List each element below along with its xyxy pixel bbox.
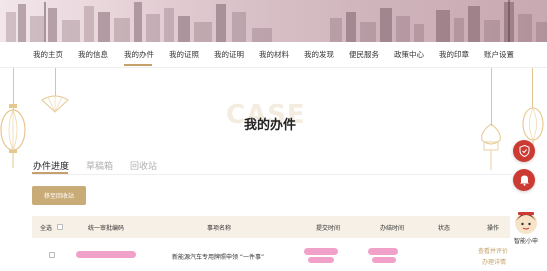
nav-item-cases[interactable]: 我的办件 [124,49,154,60]
col-submit-time: 提交时间 [316,225,341,232]
view-and-rate-link[interactable]: 查看并评价 [478,246,508,255]
nav-item-services[interactable]: 便民服务 [349,49,379,60]
move-to-recycle-button[interactable]: 移至回收站 [32,186,86,205]
redacted-approval-code [76,251,136,258]
main-nav: 我的主页 我的信息 我的办件 我的证照 我的证明 我的材料 我的发现 便民服务 … [0,42,547,68]
assistant-label[interactable]: 智能小申 [514,236,538,245]
page-title: 我的办件 [244,118,297,133]
col-item-name: 事项名称 [207,225,232,232]
table-row: 新能源汽车专用牌照申领 “一件事” 查看并评价 办理详情 [32,240,510,271]
select-all-label: 全选 [40,225,53,232]
nav-item-info[interactable]: 我的信息 [78,49,108,60]
nav-item-policy[interactable]: 政策中心 [394,49,424,60]
handling-details-link[interactable]: 办理详情 [482,257,506,266]
tab-drafts[interactable]: 草稿箱 [86,159,113,172]
redacted-submit-time [304,248,338,255]
redacted-finish-time-2 [372,257,396,263]
nav-active-indicator [124,64,152,66]
select-all-checkbox[interactable] [57,224,63,230]
nav-item-discover[interactable]: 我的发现 [304,49,334,60]
header-banner [0,0,547,42]
col-finish-time: 办结时间 [380,225,405,232]
lantern-icon [0,104,26,168]
redacted-submit-time-2 [308,257,334,263]
nav-item-licenses[interactable]: 我的证照 [169,49,199,60]
col-approval-code: 统一审批编码 [88,225,125,232]
knot-ornament-icon [481,123,501,170]
nav-item-home[interactable]: 我的主页 [33,49,63,60]
col-actions: 操作 [487,225,500,232]
nav-item-seals[interactable]: 我的印章 [439,49,469,60]
shield-icon[interactable] [513,140,535,162]
col-status: 状态 [438,225,451,232]
tab-progress[interactable]: 办件进度 [33,159,69,172]
row-item-name: 新能源汽车专用牌照申领 “一件事” [172,254,265,261]
nav-item-certificates[interactable]: 我的证明 [214,49,244,60]
folding-fan-icon [41,95,69,113]
tabs-divider [32,174,512,175]
bell-icon[interactable] [513,169,535,191]
tab-recycle-bin[interactable]: 回收站 [130,159,157,172]
nav-item-materials[interactable]: 我的材料 [259,49,289,60]
row-checkbox[interactable] [49,252,55,258]
redacted-finish-time [368,248,398,255]
table-header: 全选 统一审批编码 事项名称 提交时间 办结时间 状态 操作 [32,216,510,238]
assistant-avatar-icon[interactable] [514,209,538,235]
nav-item-account[interactable]: 账户设置 [484,49,514,60]
